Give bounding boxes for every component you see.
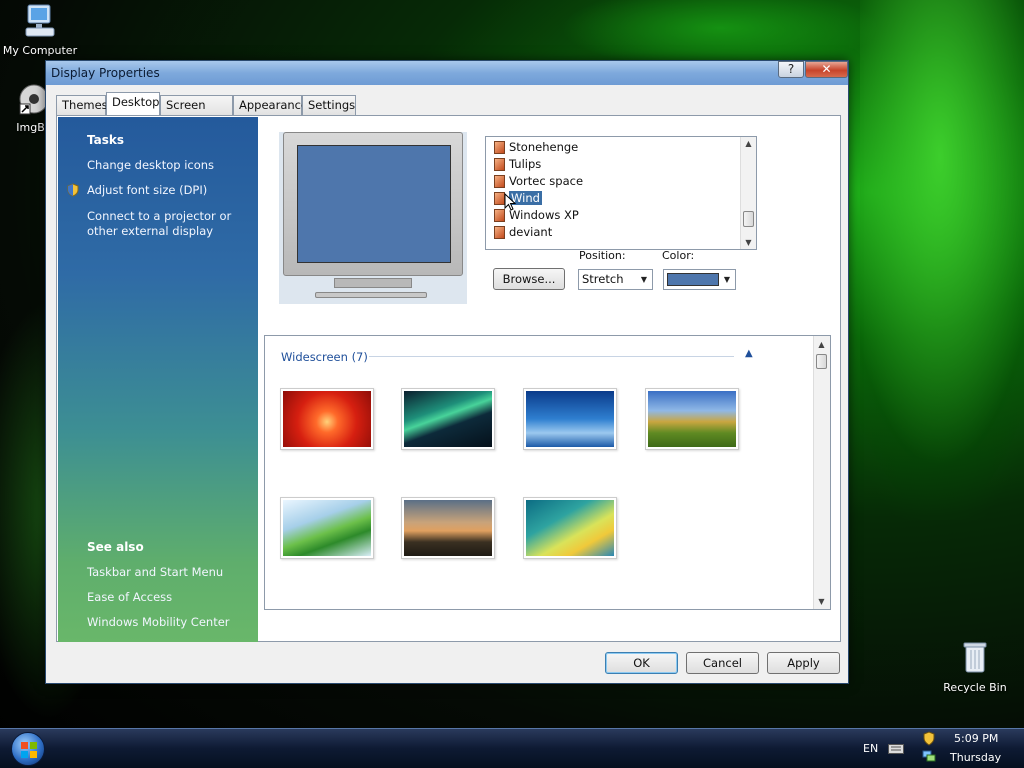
clock-day[interactable]: Thursday bbox=[950, 751, 1001, 764]
wallpaper-thumb-landscape[interactable] bbox=[645, 388, 739, 450]
list-scrollbar[interactable]: ▲ ▼ bbox=[740, 137, 756, 249]
position-label: Position: bbox=[579, 249, 626, 262]
scroll-up-icon[interactable]: ▲ bbox=[741, 139, 756, 148]
close-button[interactable]: ✕ bbox=[805, 61, 848, 78]
desktop-icon-recycle-bin[interactable]: Recycle Bin bbox=[935, 640, 1015, 694]
scroll-down-icon[interactable]: ▼ bbox=[741, 238, 756, 247]
adjust-font-size-link[interactable]: Adjust font size (DPI) bbox=[87, 183, 257, 198]
cancel-button[interactable]: Cancel bbox=[686, 652, 759, 674]
position-value: Stretch bbox=[582, 272, 624, 286]
ease-of-access-link[interactable]: Ease of Access bbox=[87, 590, 257, 605]
monitor-preview bbox=[279, 132, 467, 304]
gallery-scrollbar[interactable]: ▲ ▼ bbox=[813, 336, 830, 609]
image-file-icon bbox=[494, 226, 505, 239]
tab-screen-saver[interactable]: Screen Saver bbox=[160, 95, 233, 131]
background-listbox[interactable]: Stonehenge Tulips Vortec space Wind Wind… bbox=[485, 136, 757, 250]
list-item[interactable]: Stonehenge bbox=[494, 139, 578, 156]
desktop-icon-label: My Computer bbox=[2, 44, 78, 57]
list-item[interactable]: deviant bbox=[494, 224, 552, 241]
network-icon[interactable] bbox=[922, 749, 936, 763]
image-file-icon bbox=[494, 141, 505, 154]
browse-button[interactable]: Browse... bbox=[493, 268, 565, 290]
color-picker[interactable]: ▼ bbox=[663, 269, 736, 290]
mouse-cursor-icon bbox=[504, 193, 516, 211]
clock-time[interactable]: 5:09 PM bbox=[954, 732, 998, 745]
tasks-heading: Tasks bbox=[87, 133, 125, 147]
image-file-icon bbox=[494, 158, 505, 171]
collapse-group-icon[interactable]: ▲ bbox=[745, 348, 753, 359]
mobility-center-link[interactable]: Windows Mobility Center bbox=[87, 615, 257, 630]
security-shield-icon[interactable] bbox=[922, 731, 936, 746]
wallpaper-thumb-red-flower[interactable] bbox=[280, 388, 374, 450]
wallpaper-gallery: Widescreen (7) ▲ ▲ ▼ bbox=[264, 335, 831, 610]
taskbar-start-menu-link[interactable]: Taskbar and Start Menu bbox=[87, 565, 257, 580]
desktop-icon-label: Recycle Bin bbox=[943, 681, 1007, 694]
wallpaper-thumb-palm-leaf[interactable] bbox=[280, 497, 374, 559]
monitor-frame bbox=[283, 132, 463, 276]
position-select[interactable]: Stretch ▼ bbox=[578, 269, 653, 290]
list-item-selected[interactable]: Wind bbox=[494, 190, 542, 207]
wallpaper-thumb-vista-aurora[interactable] bbox=[523, 497, 617, 559]
tab-content: Tasks Change desktop icons Adjust font s… bbox=[56, 115, 841, 642]
color-label: Color: bbox=[662, 249, 695, 262]
scroll-up-icon[interactable]: ▲ bbox=[814, 340, 829, 349]
start-button[interactable] bbox=[11, 732, 45, 766]
tab-themes[interactable]: Themes bbox=[56, 95, 108, 115]
list-item[interactable]: Tulips bbox=[494, 156, 541, 173]
ok-button[interactable]: OK bbox=[605, 652, 678, 674]
scroll-thumb[interactable] bbox=[816, 354, 827, 369]
tab-settings[interactable]: Settings bbox=[302, 95, 356, 115]
preview-screen bbox=[297, 145, 451, 263]
task-pane: Tasks Change desktop icons Adjust font s… bbox=[58, 117, 258, 642]
apply-button[interactable]: Apply bbox=[767, 652, 840, 674]
group-divider bbox=[369, 356, 734, 357]
language-indicator[interactable]: EN bbox=[863, 742, 878, 755]
tab-appearance[interactable]: Appearance bbox=[233, 95, 308, 115]
wallpaper-thumb-aurora[interactable] bbox=[401, 388, 495, 450]
wallpaper-thumb-rocks[interactable] bbox=[401, 497, 495, 559]
dialog-title: Display Properties bbox=[51, 66, 160, 80]
list-item[interactable]: Vortec space bbox=[494, 173, 583, 190]
computer-icon bbox=[25, 4, 55, 37]
desktop-icon-my-computer[interactable]: My Computer bbox=[0, 3, 80, 57]
keyboard-icon[interactable] bbox=[888, 744, 904, 754]
monitor-base bbox=[315, 292, 427, 298]
taskbar: EN 5:09 PM Thursday bbox=[0, 728, 1024, 768]
group-header: Widescreen (7) bbox=[281, 350, 368, 364]
wallpaper-thumb-fish[interactable] bbox=[523, 388, 617, 450]
chevron-down-icon: ▼ bbox=[723, 275, 731, 284]
tab-desktop[interactable]: Desktop bbox=[106, 92, 160, 115]
chevron-down-icon: ▼ bbox=[640, 275, 648, 284]
shield-icon bbox=[67, 183, 79, 197]
image-file-icon bbox=[494, 175, 505, 188]
windows-logo-icon bbox=[21, 742, 37, 758]
title-bar[interactable]: Display Properties ? ✕ bbox=[46, 61, 848, 85]
color-swatch bbox=[667, 273, 719, 286]
monitor-stand bbox=[334, 278, 412, 288]
scroll-thumb[interactable] bbox=[743, 211, 754, 227]
see-also-heading: See also bbox=[87, 540, 144, 554]
connect-projector-link[interactable]: Connect to a projector or other external… bbox=[87, 209, 257, 239]
change-desktop-icons-link[interactable]: Change desktop icons bbox=[87, 158, 257, 173]
display-properties-dialog: Display Properties ? ✕ Themes Desktop Sc… bbox=[45, 60, 849, 684]
scroll-down-icon[interactable]: ▼ bbox=[814, 597, 829, 606]
help-button[interactable]: ? bbox=[778, 61, 804, 78]
recycle-bin-icon bbox=[963, 642, 987, 673]
